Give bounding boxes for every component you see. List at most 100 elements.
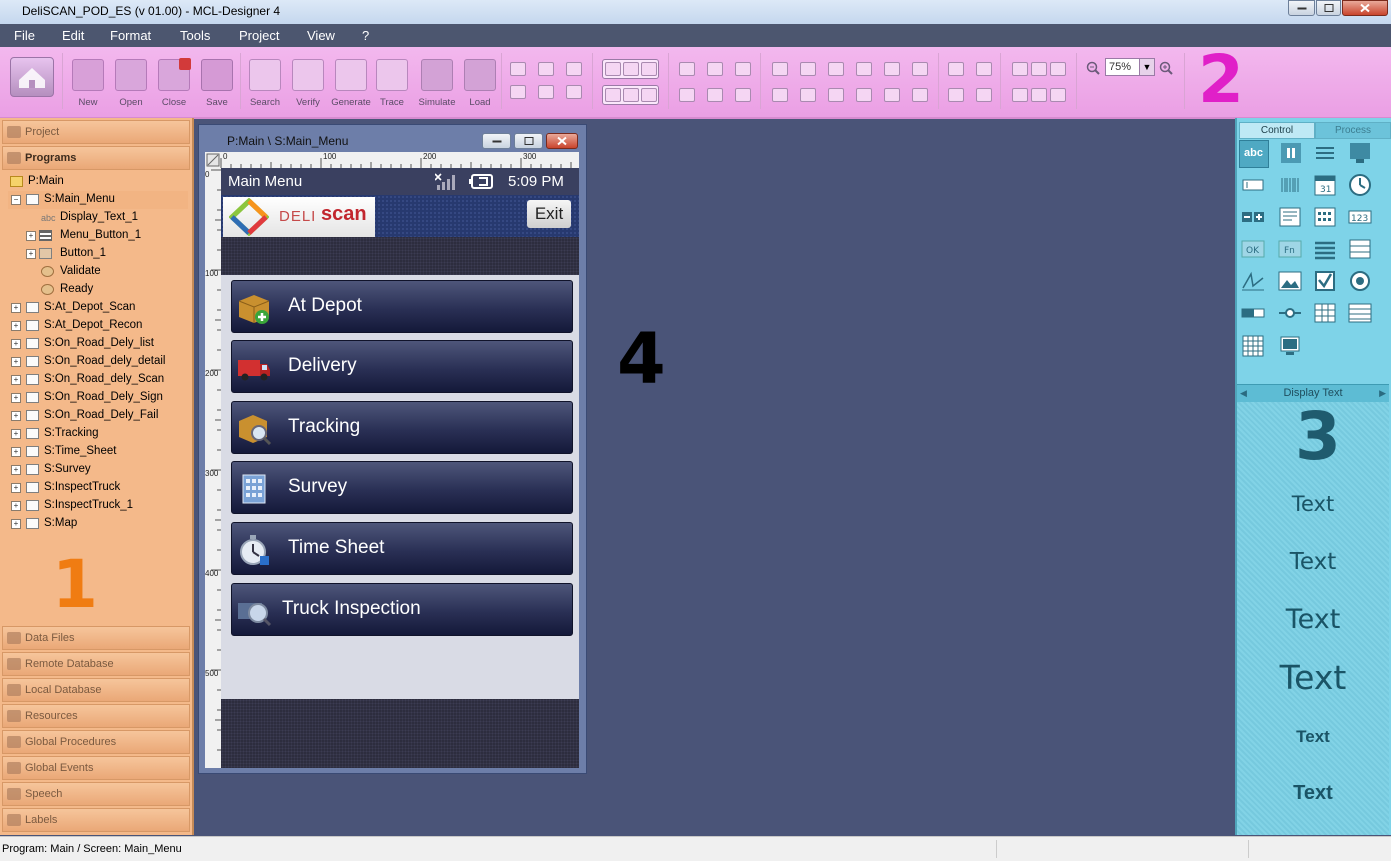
slider-control-icon[interactable] bbox=[1276, 300, 1304, 326]
menu-file[interactable]: File bbox=[14, 28, 35, 43]
calendar-grid-control-icon[interactable] bbox=[1239, 333, 1267, 359]
grid-3-icon[interactable] bbox=[1050, 62, 1066, 76]
window-icon[interactable] bbox=[679, 62, 695, 76]
align-right-icon[interactable] bbox=[641, 62, 657, 76]
keypad-control-icon[interactable] bbox=[1311, 204, 1339, 230]
tree-node-menu-button[interactable]: + Menu_Button_1 bbox=[8, 227, 188, 245]
tab-control[interactable]: Control bbox=[1239, 122, 1315, 139]
ungroup-icon[interactable] bbox=[976, 88, 992, 102]
tree-node-validate[interactable]: Validate bbox=[8, 263, 188, 281]
text-sample-1[interactable]: Text bbox=[1237, 492, 1389, 516]
display-text-control-icon[interactable]: abc bbox=[1239, 140, 1269, 168]
signature-control-icon[interactable] bbox=[1239, 268, 1267, 294]
tree-node-main[interactable]: P:Main bbox=[8, 173, 188, 191]
space-h-icon[interactable] bbox=[828, 88, 844, 102]
menu-button-time-sheet[interactable]: Time Sheet bbox=[231, 522, 573, 575]
expand-icon[interactable]: + bbox=[11, 303, 21, 313]
expand-icon[interactable]: + bbox=[11, 339, 21, 349]
panel-header-resources[interactable]: Resources bbox=[2, 704, 190, 728]
tree-node-screen[interactable]: + S:Tracking bbox=[8, 425, 188, 443]
simulate-button[interactable]: Simulate bbox=[417, 59, 457, 108]
expand-icon[interactable]: + bbox=[11, 501, 21, 511]
align-center-icon[interactable] bbox=[623, 62, 639, 76]
panel-header-speech[interactable]: Speech bbox=[2, 782, 190, 806]
numeric-control-icon[interactable]: 123 bbox=[1346, 204, 1374, 230]
list-icon[interactable] bbox=[538, 85, 554, 99]
expand-icon[interactable]: + bbox=[11, 519, 21, 529]
undo-icon[interactable] bbox=[510, 85, 526, 99]
menu-help[interactable]: ? bbox=[362, 28, 369, 43]
align-top-icon[interactable] bbox=[605, 88, 621, 102]
window-close-icon[interactable] bbox=[707, 62, 723, 76]
tree-node-screen[interactable]: + S:At_Depot_Scan bbox=[8, 299, 188, 317]
tree-node-screen[interactable]: + S:Time_Sheet bbox=[8, 443, 188, 461]
tree-node-main-menu[interactable]: − S:Main_Menu bbox=[8, 191, 188, 209]
align-lefts-icon[interactable] bbox=[772, 62, 788, 76]
tree-node-screen[interactable]: + S:InspectTruck bbox=[8, 479, 188, 497]
trace-button[interactable]: Trace bbox=[372, 59, 412, 108]
menu-button-truck-inspection[interactable]: Truck Inspection bbox=[231, 583, 573, 636]
collapse-icon[interactable]: − bbox=[11, 195, 21, 205]
designer-close-button[interactable] bbox=[546, 133, 578, 149]
menu-project[interactable]: Project bbox=[239, 28, 279, 43]
data-grid-control-icon[interactable] bbox=[1346, 300, 1374, 326]
expand-icon[interactable]: + bbox=[11, 393, 21, 403]
designer-minimize-button[interactable] bbox=[482, 133, 511, 149]
designer-maximize-button[interactable] bbox=[514, 133, 543, 149]
copy-icon[interactable] bbox=[538, 62, 554, 76]
text-area-control-icon[interactable] bbox=[1276, 204, 1304, 230]
barcode-control-icon[interactable] bbox=[1276, 172, 1304, 198]
bring-front-icon[interactable] bbox=[948, 62, 964, 76]
panel-header-programs[interactable]: Programs bbox=[2, 146, 190, 170]
checkbox-control-icon[interactable] bbox=[1311, 268, 1339, 294]
text-sample-5[interactable]: Text bbox=[1237, 727, 1389, 747]
align-tops-icon[interactable] bbox=[856, 62, 872, 76]
align-bottoms-icon[interactable] bbox=[828, 62, 844, 76]
tree-node-screen[interactable]: + S:At_Depot_Recon bbox=[8, 317, 188, 335]
expand-icon[interactable]: + bbox=[11, 483, 21, 493]
exit-button[interactable]: Exit bbox=[527, 200, 571, 228]
panel-header-global-procedures[interactable]: Global Procedures bbox=[2, 730, 190, 754]
expand-icon[interactable]: + bbox=[11, 357, 21, 367]
menu-view[interactable]: View bbox=[307, 28, 335, 43]
screen-control-icon[interactable] bbox=[1346, 140, 1374, 166]
align-left-icon[interactable] bbox=[605, 62, 621, 76]
menu-button-at-depot[interactable]: At Depot bbox=[231, 280, 573, 333]
redo-icon[interactable] bbox=[566, 85, 582, 99]
table-3-icon[interactable] bbox=[1050, 88, 1066, 102]
zoom-out-icon[interactable] bbox=[1086, 61, 1100, 75]
tree-node-screen[interactable]: + S:Survey bbox=[8, 461, 188, 479]
panel-header-local-database[interactable]: Local Database bbox=[2, 678, 190, 702]
tree-node-screen[interactable]: + S:On_Road_Dely_list bbox=[8, 335, 188, 353]
ruler-corner-icon[interactable] bbox=[206, 153, 220, 167]
space-v-icon[interactable] bbox=[856, 88, 872, 102]
search-button[interactable]: Search bbox=[245, 59, 285, 108]
panel-header-global-events[interactable]: Global Events bbox=[2, 756, 190, 780]
same-width-icon[interactable] bbox=[772, 88, 788, 102]
tree-node-screen[interactable]: + S:InspectTruck_1 bbox=[8, 497, 188, 515]
home-button[interactable] bbox=[10, 57, 54, 97]
radio-control-icon[interactable] bbox=[1346, 268, 1374, 294]
text-sample-4[interactable]: Text bbox=[1237, 658, 1389, 697]
menu-tools[interactable]: Tools bbox=[180, 28, 210, 43]
tree-node-display-text[interactable]: abc Display_Text_1 bbox=[8, 209, 188, 227]
frame-icon[interactable] bbox=[679, 88, 695, 102]
center-h-icon[interactable] bbox=[884, 62, 900, 76]
load-button[interactable]: Load bbox=[460, 59, 500, 108]
table-2-icon[interactable] bbox=[1031, 88, 1047, 102]
menu-edit[interactable]: Edit bbox=[62, 28, 84, 43]
grid-1-icon[interactable] bbox=[1012, 62, 1028, 76]
clock-control-icon[interactable] bbox=[1346, 172, 1374, 198]
expand-icon[interactable]: + bbox=[11, 447, 21, 457]
expand-icon[interactable]: + bbox=[11, 321, 21, 331]
tree-node-screen[interactable]: + S:Map bbox=[8, 515, 188, 533]
stepper-control-icon[interactable] bbox=[1239, 204, 1267, 230]
panel-header-labels[interactable]: Labels bbox=[2, 808, 190, 832]
menu-button-delivery[interactable]: Delivery bbox=[231, 340, 573, 393]
center-v-icon[interactable] bbox=[912, 62, 928, 76]
panel-header-remote-database[interactable]: Remote Database bbox=[2, 652, 190, 676]
align-middle-icon[interactable] bbox=[623, 88, 639, 102]
grid-list-control-icon[interactable] bbox=[1346, 236, 1374, 262]
verify-button[interactable]: Verify bbox=[288, 59, 328, 108]
align-rights-icon[interactable] bbox=[800, 62, 816, 76]
